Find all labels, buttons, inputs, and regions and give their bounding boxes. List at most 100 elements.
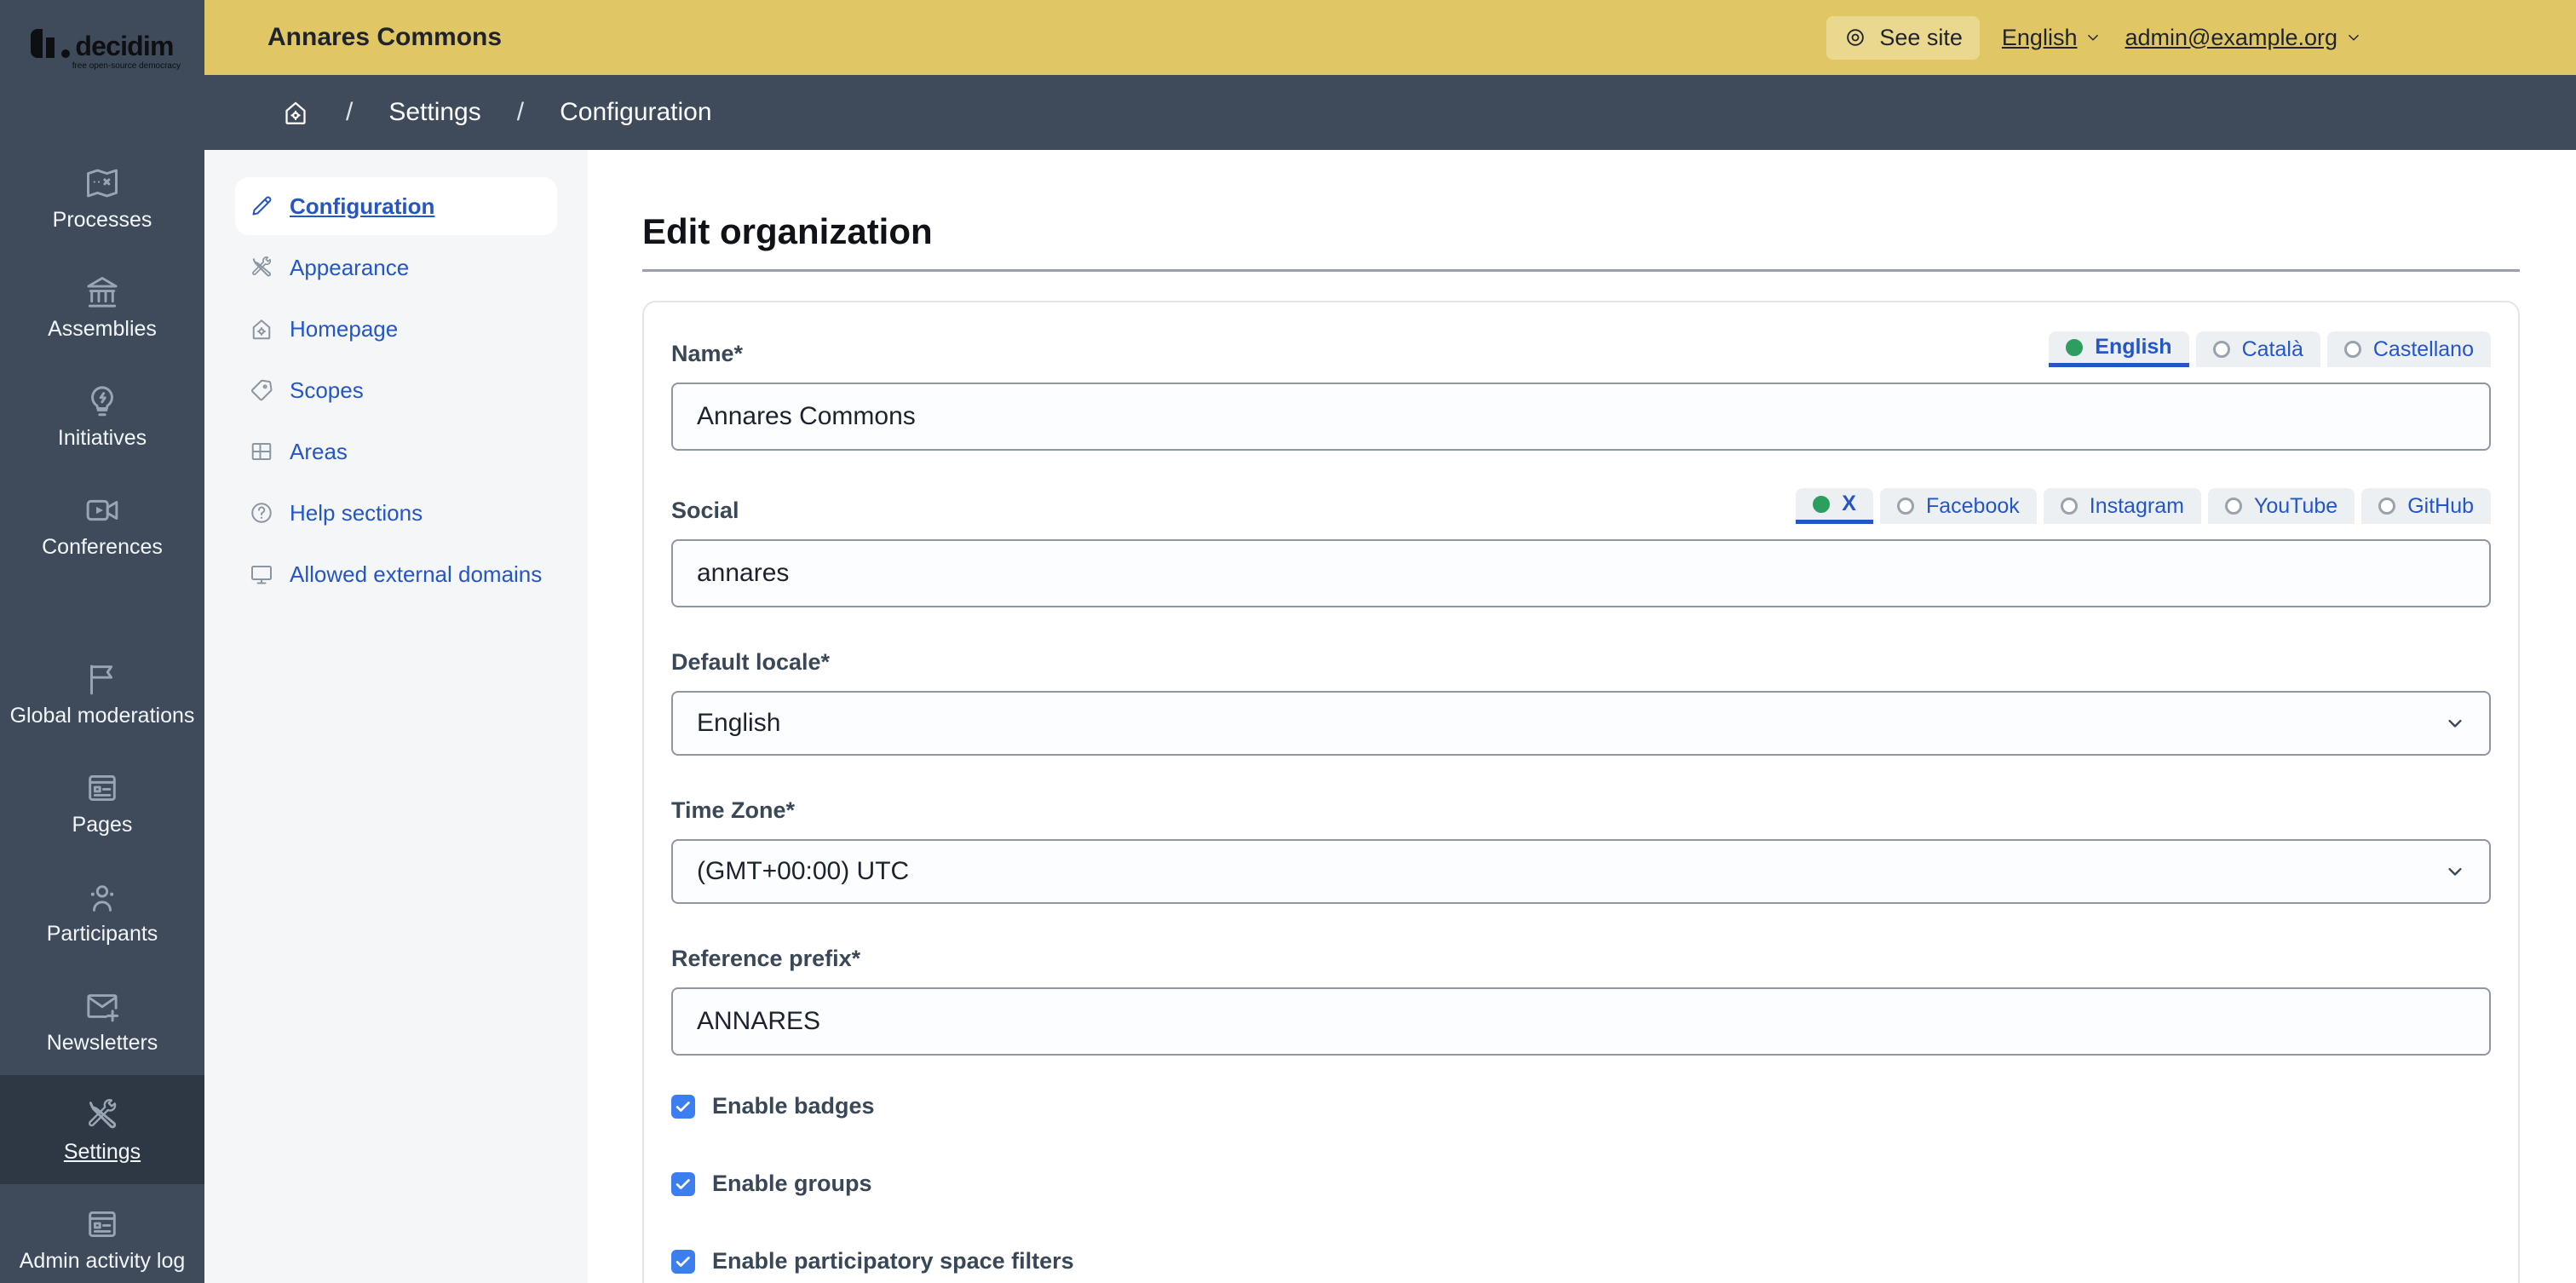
reference-prefix-field-group: Reference prefix* [671,941,2491,1056]
map-icon [83,164,121,202]
video-icon [83,492,121,529]
pencil-icon [249,193,274,219]
sidebar-item-newsletters[interactable]: Newsletters [0,966,204,1075]
tools-icon [249,255,274,280]
subnav-item-scopes[interactable]: Scopes [235,361,557,419]
timezone-select[interactable]: (GMT+00:00) UTC [671,839,2491,904]
page-icon [83,1205,121,1243]
radio-unselected-icon [2224,498,2242,515]
radio-selected-icon [2066,338,2084,356]
subnav-item-help-sections[interactable]: Help sections [235,484,557,542]
page-icon [83,769,121,807]
reference-prefix-input[interactable] [671,987,2491,1056]
check-icon [674,1252,693,1271]
tab-catala[interactable]: Català [2195,331,2320,367]
subnav-item-homepage[interactable]: Homepage [235,300,557,358]
radio-selected-icon [1813,495,1831,513]
topbar: Annares Commons See site English admin@e… [204,0,2576,75]
subnav-item-areas[interactable]: Areas [235,423,557,480]
decidim-logo-glyph: decidim [31,29,174,61]
name-label: Name* [671,341,744,366]
breadcrumb-configuration[interactable]: Configuration [560,98,711,127]
main-content: Edit organization Name* English Català C… [588,150,2576,1283]
name-input[interactable] [671,383,2491,451]
chevron-down-icon [2344,28,2363,47]
title-divider [642,269,2520,272]
breadcrumb-separator: / [346,98,354,126]
account-dropdown[interactable]: admin@example.org [2125,25,2363,51]
edit-organization-form: Name* English Català Castellano Annares … [642,301,2520,1283]
tab-youtube[interactable]: YouTube [2207,488,2355,524]
sidebar-item-initiatives[interactable]: Initiatives [0,361,204,470]
default-locale-label: Default locale* [671,649,831,675]
subnav-item-allowed-external-domains[interactable]: Allowed external domains [235,545,557,603]
sidebar-item-admin-activity-log[interactable]: Admin activity log [0,1184,204,1283]
page-title: Edit organization [642,211,933,251]
name-locale-tabs: English Català Castellano [2049,331,2491,367]
breadcrumb-separator: / [516,98,525,126]
social-label: Social [671,498,739,523]
social-network-tabs: X Facebook Instagram YouTube GitHub [1796,488,2491,524]
enable-badges-checkbox-row[interactable]: Enable badges [671,1093,2491,1119]
lightbulb-icon [83,383,121,420]
social-handle-input[interactable] [671,539,2491,607]
tab-x[interactable]: X [1796,488,1873,524]
radio-unselected-icon [2212,341,2230,358]
timezone-field-group: Time Zone* (GMT+00:00) UTC [671,793,2491,904]
enable-groups-checkbox-row[interactable]: Enable groups [671,1171,2491,1197]
decidim-admin-app: decidim free open-source democracy Proce… [0,0,2576,1283]
tab-english[interactable]: English [2049,331,2189,367]
sidebar-item-assemblies[interactable]: Assemblies [0,252,204,361]
sidebar-item-processes[interactable]: Processes [0,143,204,252]
eye-icon [1843,26,1867,49]
breadcrumb-settings[interactable]: Settings [388,98,480,127]
checkbox-checked-icon[interactable] [671,1249,695,1274]
decidim-logo: decidim free open-source democracy [0,0,204,143]
subnav-item-appearance[interactable]: Appearance [235,239,557,296]
chevron-down-icon [2443,711,2467,735]
language-dropdown[interactable]: English [2002,25,2103,51]
home-gear-icon [249,316,274,342]
checkbox-checked-icon[interactable] [671,1171,695,1196]
tools-icon [83,1096,121,1134]
grid-icon [249,439,274,464]
timezone-label: Time Zone* [671,797,796,823]
radio-unselected-icon [2378,498,2396,515]
brand-tagline: free open-source democracy [72,61,181,71]
tab-facebook[interactable]: Facebook [1879,488,2037,524]
sidebar-item-pages[interactable]: Pages [0,748,204,857]
tab-github[interactable]: GitHub [2361,488,2491,524]
subnav-item-configuration[interactable]: Configuration [235,177,557,235]
mail-add-icon [83,987,121,1025]
home-icon[interactable] [281,98,310,127]
check-icon [674,1175,693,1194]
radio-unselected-icon [2343,341,2361,358]
enable-space-filters-checkbox-row[interactable]: Enable participatory space filters [671,1248,2491,1274]
see-site-button[interactable]: See site [1826,15,1980,60]
organization-title: Annares Commons [267,23,503,51]
sidebar-item-participants[interactable]: Participants [0,857,204,966]
flag-icon [83,660,121,698]
bank-icon [83,273,121,311]
monitor-icon [249,561,274,587]
radio-unselected-icon [2060,498,2078,515]
group-icon [83,878,121,916]
sidebar-item-conferences[interactable]: Conferences [0,470,204,579]
sidebar-item-global-moderations[interactable]: Global moderations [0,639,204,748]
settings-subnav: Configuration Appearance Homepage Scopes… [204,150,588,1283]
social-field-group: Social X Facebook Instagram YouTube GitH… [671,488,2491,607]
tab-instagram[interactable]: Instagram [2043,488,2201,524]
checkbox-checked-icon[interactable] [671,1094,695,1119]
tab-castellano[interactable]: Castellano [2326,331,2491,367]
topbar-actions: See site English admin@example.org [1826,15,2363,60]
sidebar-item-settings[interactable]: Settings [0,1075,204,1184]
reference-prefix-label: Reference prefix* [671,946,861,971]
default-locale-select[interactable]: English [671,691,2491,756]
main-sidebar: decidim free open-source democracy Proce… [0,0,204,1283]
radio-unselected-icon [1896,498,1914,515]
brand-name: decidim [75,31,174,61]
sidebar-nav: Processes Assemblies Initiatives Confere… [0,143,204,1283]
chevron-down-icon [2084,28,2102,47]
name-field-group: Name* English Català Castellano [671,331,2491,451]
